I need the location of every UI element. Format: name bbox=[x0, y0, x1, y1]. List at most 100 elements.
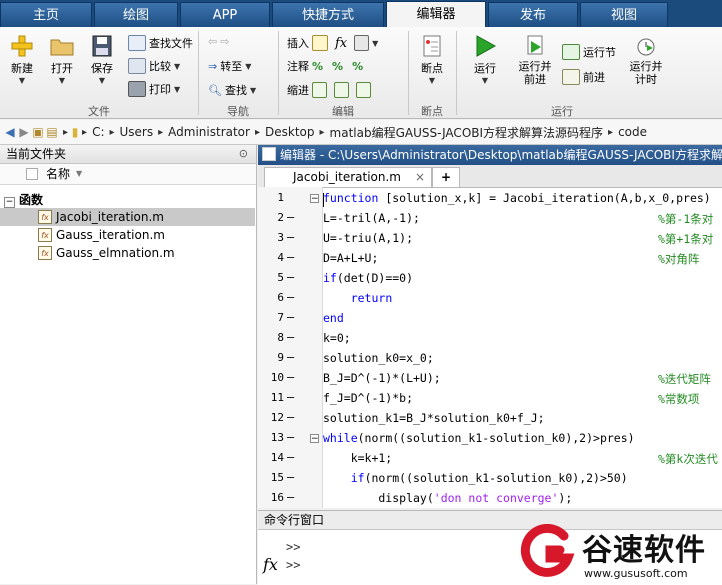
chevron-down-icon: ▼ bbox=[18, 76, 26, 85]
code-line: if(norm((solution_k1-solution_k0),2)>50) bbox=[350, 471, 628, 485]
find-files-label: 查找文件 bbox=[149, 37, 193, 50]
breadcrumb-code[interactable]: code bbox=[618, 125, 647, 139]
run-icon bbox=[476, 35, 497, 57]
comment-button[interactable]: 注释 % % % bbox=[287, 58, 363, 74]
breakpoint-marker[interactable]: – bbox=[287, 330, 294, 344]
chevron-down-icon: ▼ bbox=[428, 76, 436, 85]
indent-label: 缩进 bbox=[287, 84, 309, 97]
file-item[interactable]: fx Gauss_elmnation.m bbox=[38, 244, 175, 262]
tab-apps[interactable]: APP bbox=[180, 2, 270, 27]
smart-indent-icon bbox=[312, 82, 327, 98]
breakpoint-marker[interactable]: – bbox=[287, 470, 294, 484]
line-number: 4 bbox=[277, 251, 284, 264]
breakpoint-marker[interactable]: – bbox=[287, 210, 294, 224]
breadcrumb-administrator[interactable]: Administrator bbox=[168, 125, 250, 139]
run-advance-button[interactable]: 运行并 前进 bbox=[512, 35, 558, 86]
forward-arrow-icon[interactable]: ▶ bbox=[17, 125, 31, 139]
run-group-label: 运行 bbox=[551, 105, 573, 118]
code-line: U=-triu(A,1); bbox=[323, 231, 414, 245]
tab-plots[interactable]: 绘图 bbox=[94, 2, 178, 27]
edit-group-label: 编辑 bbox=[332, 105, 354, 118]
back-forward-buttons[interactable]: ⇦ ⇨ bbox=[208, 35, 229, 48]
code-area[interactable]: function [solution_x,k] = Jacobi_iterati… bbox=[323, 187, 722, 508]
name-column-header[interactable]: 名称 ▼ bbox=[0, 164, 256, 185]
tab-label: Jacobi_iteration.m bbox=[293, 170, 401, 184]
separator-icon: ▸ bbox=[254, 126, 260, 138]
editor-tab-strip: Jacobi_iteration.m × + bbox=[258, 165, 722, 188]
save-button[interactable]: 保存 ▼ bbox=[86, 35, 118, 85]
breakpoint-marker[interactable]: – bbox=[287, 490, 294, 504]
browse-folder-icon[interactable]: ▤ bbox=[45, 125, 59, 139]
tab-view[interactable]: 视图 bbox=[580, 2, 668, 27]
chevron-down-icon: ▼ bbox=[174, 61, 181, 71]
code-line: k=0; bbox=[323, 331, 351, 345]
line-number: 9 bbox=[277, 351, 284, 364]
breadcrumb-users[interactable]: Users bbox=[120, 125, 154, 139]
editor-ribbon: 新建 ▼ 打开 ▼ 保存 ▼ 查找文件 比较 ▼ 打印 ▼ 文件 ⇦ ⇨ ⇒ 转至… bbox=[0, 27, 722, 119]
find-files-button[interactable]: 查找文件 bbox=[128, 35, 193, 51]
code-line: return bbox=[350, 291, 393, 305]
tab-editor[interactable]: 编辑器 bbox=[386, 1, 486, 28]
file-item[interactable]: fx Jacobi_iteration.m bbox=[38, 208, 164, 226]
breadcrumb-project[interactable]: matlab编程GAUSS-JACOBI方程求解算法源码程序 bbox=[330, 124, 604, 141]
breakpoint-marker[interactable]: – bbox=[287, 390, 294, 404]
breakpoint-marker[interactable]: – bbox=[287, 450, 294, 464]
run-and-time-button[interactable]: 运行并 计时 bbox=[624, 35, 668, 86]
breadcrumb-desktop[interactable]: Desktop bbox=[265, 125, 315, 139]
panel-menu-icon[interactable]: ⊙ bbox=[239, 145, 248, 163]
back-arrow-icon[interactable]: ◀ bbox=[3, 125, 17, 139]
run-button[interactable]: 运行 ▼ bbox=[466, 35, 504, 85]
compare-button[interactable]: 比较 ▼ bbox=[128, 58, 180, 74]
tab-jacobi-iteration[interactable]: Jacobi_iteration.m × bbox=[264, 167, 432, 187]
goto-button[interactable]: ⇒ 转至 ▼ bbox=[208, 58, 251, 74]
breakpoint-marker[interactable]: – bbox=[287, 350, 294, 364]
print-label: 打印 bbox=[149, 83, 171, 96]
breakpoint-marker[interactable]: – bbox=[287, 250, 294, 264]
address-bar[interactable]: ◀ ▶ ▣ ▤ ▸ ▮ ▸ C: ▸ Users ▸ Administrator… bbox=[0, 120, 722, 145]
close-icon[interactable]: × bbox=[415, 168, 425, 186]
editor-window: 编辑器 - C:\Users\Administrator\Desktop\mat… bbox=[258, 145, 722, 508]
line-number: 16 bbox=[270, 491, 284, 504]
new-button[interactable]: 新建 ▼ bbox=[6, 35, 38, 85]
run-advance-label: 运行并 前进 bbox=[518, 60, 552, 86]
watermark-url: www.gususoft.com bbox=[584, 567, 688, 580]
chevron-down-icon: ▼ bbox=[174, 84, 181, 94]
fx-icon[interactable]: fx bbox=[263, 555, 278, 574]
chevron-down-icon: ▼ bbox=[245, 61, 252, 71]
tab-home[interactable]: 主页 bbox=[0, 2, 92, 27]
breakpoint-marker[interactable]: – bbox=[287, 370, 294, 384]
open-button[interactable]: 打开 ▼ bbox=[46, 35, 78, 85]
file-item[interactable]: fx Gauss_iteration.m bbox=[38, 226, 165, 244]
insert-icon bbox=[312, 35, 328, 51]
ribbon-tab-bar: 主页 绘图 APP 快捷方式 编辑器 发布 视图 bbox=[0, 0, 722, 28]
code-line: B_J=D^(-1)*(L+U); bbox=[323, 371, 441, 385]
indent-button[interactable]: 缩进 bbox=[287, 82, 371, 98]
advance-button[interactable]: 前进 bbox=[562, 69, 605, 85]
functions-group-header[interactable]: − 函数 bbox=[4, 191, 43, 209]
name-column-label: 名称 bbox=[46, 167, 71, 181]
tab-shortcuts[interactable]: 快捷方式 bbox=[272, 2, 384, 27]
breakpoint-marker[interactable]: – bbox=[287, 310, 294, 324]
run-section-button[interactable]: 运行节 bbox=[562, 44, 616, 60]
breakpoint-marker[interactable]: – bbox=[287, 430, 294, 444]
breakpoint-marker[interactable]: – bbox=[287, 410, 294, 424]
fold-toggle-icon[interactable]: − bbox=[310, 194, 319, 204]
line-number: 14 bbox=[270, 451, 284, 464]
up-folder-icon[interactable]: ▣ bbox=[31, 125, 45, 139]
run-section-icon bbox=[562, 44, 580, 60]
panel-title: 当前文件夹 ⊙ bbox=[0, 145, 256, 164]
code-line: while(norm((solution_k1-solution_k0),2)>… bbox=[323, 431, 635, 445]
print-button[interactable]: 打印 ▼ bbox=[128, 81, 180, 97]
tab-publish[interactable]: 发布 bbox=[488, 2, 578, 27]
find-button[interactable]: 🔍︎ 查找 ▼ bbox=[208, 82, 256, 98]
comment-label: 注释 bbox=[287, 60, 309, 73]
line-number: 15 bbox=[270, 471, 284, 484]
insert-button[interactable]: 插入 fx ▼ bbox=[287, 35, 378, 51]
add-tab-button[interactable]: + bbox=[432, 167, 460, 187]
breadcrumb-drive[interactable]: C: bbox=[92, 125, 104, 139]
fold-toggle-icon[interactable]: − bbox=[310, 434, 319, 444]
breakpoint-marker[interactable]: – bbox=[287, 290, 294, 304]
breakpoint-marker[interactable]: – bbox=[287, 230, 294, 244]
breakpoints-button[interactable]: 断点 ▼ bbox=[414, 35, 450, 85]
breakpoint-marker[interactable]: – bbox=[287, 270, 294, 284]
